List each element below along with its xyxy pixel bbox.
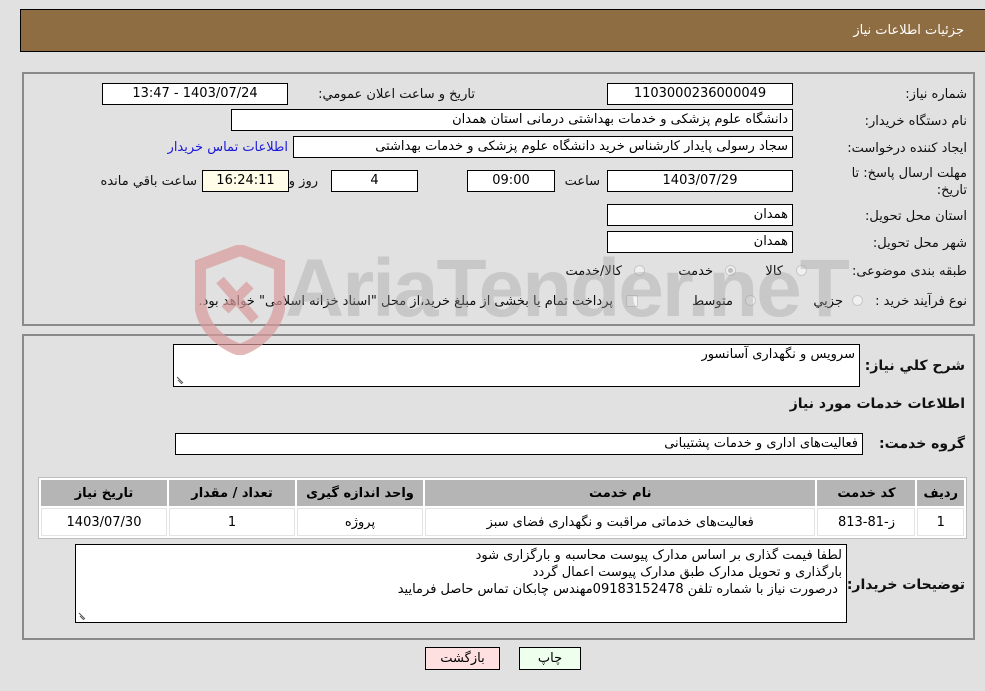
category-label: طبقه بندی موضوعی: (851, 264, 967, 279)
cell-quantity: 1 (169, 508, 295, 536)
purchase-process-label: نوع فرآیند خرید : (875, 294, 967, 309)
treasury-checkbox[interactable] (626, 295, 638, 307)
service-group-label: گروه خدمت: (879, 436, 965, 452)
print-button[interactable]: چاپ (519, 647, 581, 670)
buyer-notes-label: توضیحات خریدار: (846, 577, 965, 593)
resize-handle-icon[interactable] (78, 610, 88, 620)
services-table: ردیف کد خدمت نام خدمت واحد اندازه گیری ت… (38, 477, 967, 539)
description-label: شرح کلي نیاز: (864, 358, 965, 374)
service-group-field[interactable]: فعالیت‌های اداری و خدمات پشتیبانی (175, 433, 863, 455)
process-option-minor: جزيي (813, 294, 843, 309)
category-option-goods: کالا (765, 264, 783, 279)
delivery-province-field[interactable]: همدان (607, 204, 793, 226)
remaining-label: ساعت باقي مانده (100, 174, 197, 189)
process-radio-minor[interactable] (852, 295, 863, 306)
requester-label: ایجاد کننده درخواست: (847, 141, 967, 156)
col-need-date: تاریخ نیاز (41, 480, 167, 506)
category-radio-goods[interactable] (796, 265, 807, 276)
description-textarea[interactable]: سرویس و نگهداری آسانسور (173, 344, 860, 387)
page-title: جزئیات اطلاعات نیاز (853, 23, 964, 38)
description-text: سرویس و نگهداری آسانسور (701, 347, 855, 362)
table-row: 1 ز-81-813 فعالیت‌های خدماتی مراقبت و نگ… (41, 508, 964, 536)
process-option-medium: متوسط (692, 294, 733, 309)
buyer-notes-line: بارگذاری و تحویل مدارک طبق مدارک پیوست ا… (532, 565, 842, 580)
need-number-field[interactable]: 1103000236000049 (607, 83, 793, 105)
buyer-notes-line: لطفا فیمت گذاری بر اساس مدارک پیوست محاس… (475, 548, 842, 563)
col-quantity: تعداد / مقدار (169, 480, 295, 506)
days-label: روز و (288, 174, 318, 189)
delivery-province-label: استان محل تحویل: (865, 209, 967, 224)
deadline-label-line2: تاریخ: (936, 183, 967, 198)
buyer-contact-link[interactable]: اطلاعات تماس خریدار (168, 140, 288, 155)
back-button[interactable]: بازگشت (425, 647, 500, 670)
category-option-goods-service: کالا/خدمت (565, 264, 622, 279)
cell-service-code: ز-81-813 (817, 508, 916, 536)
delivery-city-label: شهر محل تحویل: (872, 236, 967, 251)
remaining-days-field[interactable]: 4 (331, 170, 418, 192)
col-service-name: نام خدمت (425, 480, 816, 506)
buyer-org-field[interactable]: دانشگاه علوم پزشکی و خدمات بهداشتی درمان… (231, 109, 793, 131)
resize-handle-icon[interactable] (176, 374, 186, 384)
buyer-notes-line: درصورت نیاز با شماره تلفن 09183152478مهن… (397, 582, 842, 597)
buyer-org-label: نام دستگاه خریدار: (864, 114, 967, 129)
deadline-label: مهلت ارسال پاسخ: تا (851, 166, 967, 181)
cell-unit: پروژه (297, 508, 423, 536)
delivery-city-field[interactable]: همدان (607, 231, 793, 253)
cell-row-number: 1 (917, 508, 964, 536)
category-radio-goods-service[interactable] (634, 265, 645, 276)
need-number-label: شماره نیاز: (905, 87, 967, 102)
table-header-row: ردیف کد خدمت نام خدمت واحد اندازه گیری ت… (41, 480, 964, 506)
col-row-number: ردیف (917, 480, 964, 506)
col-unit: واحد اندازه گیری (297, 480, 423, 506)
requester-field[interactable]: سجاد رسولی پایدار کارشناس خرید دانشگاه ع… (293, 136, 793, 158)
cell-service-name: فعالیت‌های خدماتی مراقبت و نگهداری فضای … (425, 508, 816, 536)
buyer-notes-textarea[interactable]: لطفا فیمت گذاری بر اساس مدارک پیوست محاس… (75, 544, 847, 623)
announce-datetime-field[interactable]: 1403/07/24 - 13:47 (102, 83, 288, 105)
category-radio-service[interactable] (725, 265, 736, 276)
deadline-time-field[interactable]: 09:00 (467, 170, 555, 192)
remaining-time-field: 16:24:11 (202, 170, 289, 192)
announce-datetime-label: تاریخ و ساعت اعلان عمومي: (318, 87, 475, 102)
services-heading: اطلاعات خدمات مورد نیاز (789, 396, 965, 412)
process-radio-medium[interactable] (745, 295, 756, 306)
cell-need-date: 1403/07/30 (41, 508, 167, 536)
deadline-time-label: ساعت (564, 174, 600, 189)
page-header: جزئیات اطلاعات نیاز (20, 9, 985, 52)
treasury-checkbox-label: پرداخت تمام یا بخشی از مبلغ خرید،از محل … (198, 294, 613, 309)
deadline-date-field[interactable]: 1403/07/29 (607, 170, 793, 192)
col-service-code: کد خدمت (817, 480, 916, 506)
category-option-service: خدمت (678, 264, 713, 279)
